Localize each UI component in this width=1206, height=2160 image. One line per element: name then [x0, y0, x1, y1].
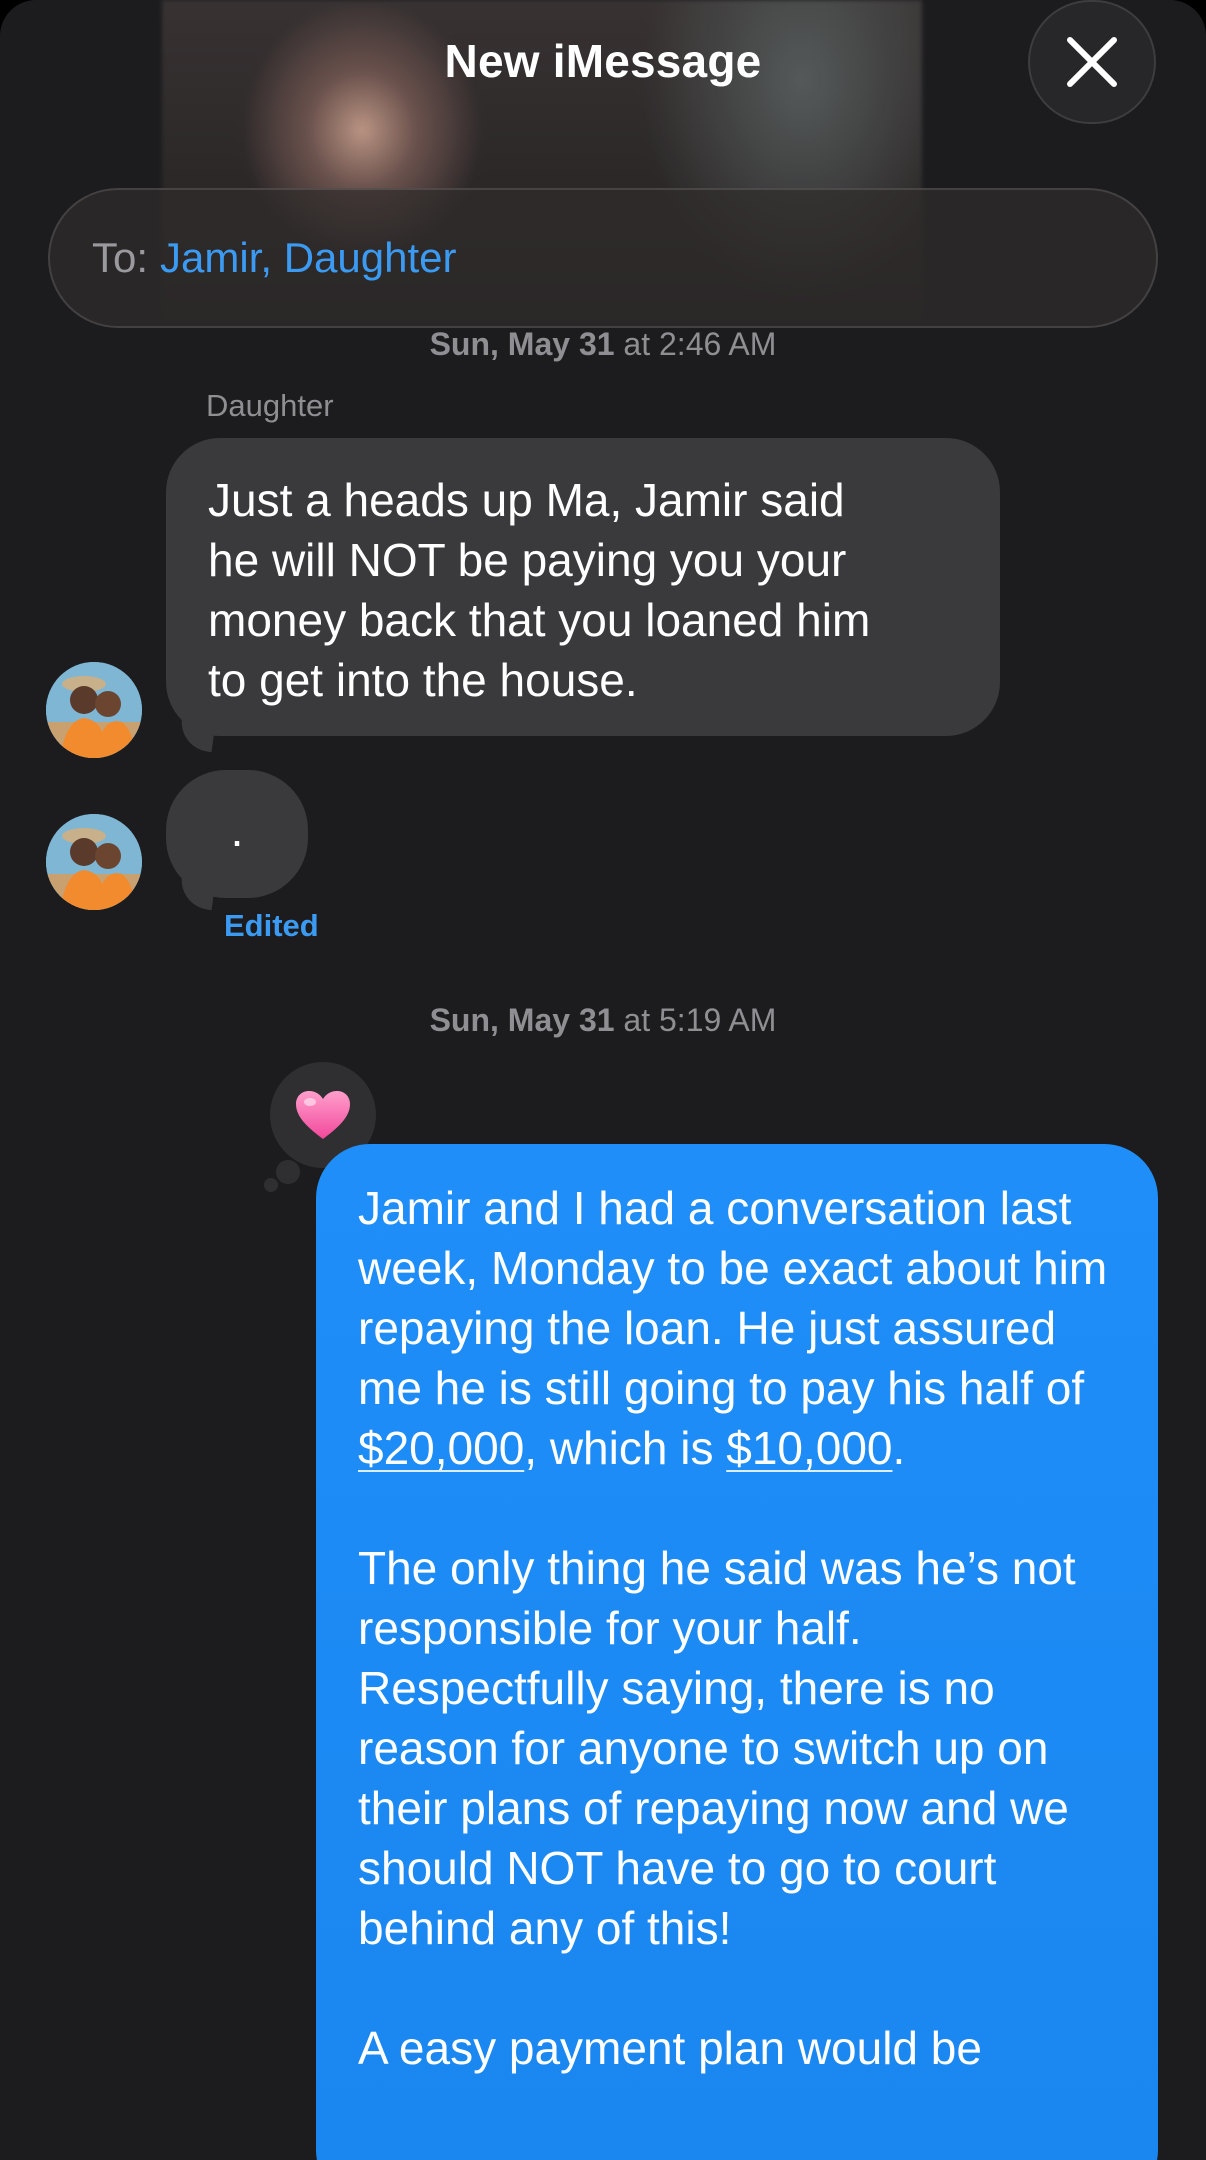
bubble-tail — [177, 713, 217, 753]
timestamp-day: Sun, May 31 — [429, 326, 615, 362]
outgoing-paragraph-2: The only thing he said was he’s not resp… — [358, 1542, 1076, 1954]
amount-link-2[interactable]: $10,000 — [726, 1422, 892, 1474]
heart-emoji-icon — [296, 1091, 350, 1139]
close-icon — [1067, 37, 1117, 87]
timestamp-time-2: at 5:19 AM — [623, 1002, 777, 1038]
timestamp: Sun, May 31 at 2:46 AM — [0, 326, 1206, 363]
avatar-2[interactable] — [46, 814, 142, 910]
page-title: New iMessage — [444, 35, 762, 87]
reaction-tail-small — [264, 1178, 278, 1192]
timestamp-2: Sun, May 31 at 5:19 AM — [0, 1002, 1206, 1039]
reaction-tail — [276, 1160, 300, 1184]
recipients-field[interactable]: To: Jamir, Daughter — [48, 188, 1158, 328]
timestamp-day-2: Sun, May 31 — [429, 1002, 615, 1038]
outgoing-text: . — [892, 1422, 906, 1474]
close-button[interactable] — [1028, 0, 1156, 124]
recipients-value[interactable]: Jamir, Daughter — [160, 234, 456, 282]
avatar-photo-2 — [46, 814, 142, 910]
to-label: To: — [92, 234, 149, 281]
incoming-message-text: Just a heads up Ma, Jamir said he will N… — [208, 474, 871, 706]
outgoing-paragraph-3: A easy payment plan would be — [358, 2022, 982, 2074]
paragraph-gap-2 — [358, 1958, 1116, 2018]
outgoing-text: , which is — [524, 1422, 727, 1474]
avatar-photo — [46, 662, 142, 758]
outgoing-paragraph-1: Jamir and I had a conversation last week… — [358, 1178, 1116, 1478]
outgoing-text: Jamir and I had a conversation last week… — [358, 1182, 1108, 1414]
incoming-message-bubble[interactable]: Just a heads up Ma, Jamir said he will N… — [166, 438, 1000, 736]
edited-label[interactable]: Edited — [224, 908, 319, 944]
incoming-message-text-2: . — [230, 804, 244, 856]
sender-name: Daughter — [206, 388, 334, 423]
amount-link[interactable]: $20,000 — [358, 1422, 524, 1474]
bubble-tail-2 — [177, 871, 217, 911]
timestamp-time: at 2:46 AM — [623, 326, 777, 362]
message-sheet: New iMessage To: Jamir, Daughter Sun, Ma… — [0, 0, 1206, 2160]
avatar[interactable] — [46, 662, 142, 758]
outgoing-message-bubble[interactable]: Jamir and I had a conversation last week… — [316, 1144, 1158, 2160]
